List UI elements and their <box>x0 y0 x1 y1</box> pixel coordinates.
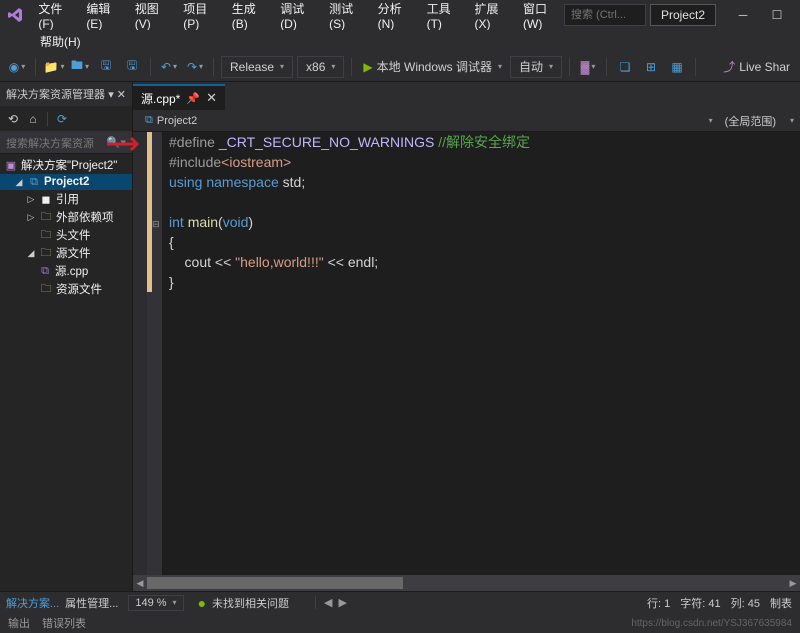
bottom-errors[interactable]: 错误列表 <box>42 615 86 631</box>
tab-bar: 源.cpp* 📌 ✕ <box>133 82 800 110</box>
title-bar: 文件(F) 编辑(E) 视图(V) 项目(P) 生成(B) 调试(D) 测试(S… <box>0 0 800 30</box>
liveshare-button[interactable]: ⤴Live Shar <box>719 56 794 78</box>
se-sync-icon[interactable]: ⟳ <box>53 110 71 128</box>
panel-menu-icon[interactable]: ▾ ✕ <box>108 88 126 101</box>
expand-icon[interactable]: ▷ <box>26 212 36 223</box>
tree-resources[interactable]: 🗀 资源文件 <box>0 280 132 298</box>
menu-help[interactable]: 帮助(H) <box>32 29 89 54</box>
undo-icon[interactable]: ↶▾ <box>158 56 180 78</box>
bottom-output[interactable]: 输出 <box>8 615 30 631</box>
collapse-icon[interactable]: ⊟ <box>152 214 160 234</box>
bc-project[interactable]: ⧉ Project2 <box>139 112 203 129</box>
toolbar: ◉▾ 📁▾ 🖿▾ 🖫 🖫 ↶▾ ↷▾ Release▾ x86▾ ▶本地 Win… <box>0 52 800 82</box>
project-icon: ⧉ <box>145 114 153 127</box>
expand-icon[interactable]: ▷ <box>26 194 36 205</box>
sidebar-tab-solution[interactable]: 解决方案... <box>6 595 59 611</box>
auto-dropdown[interactable]: 自动▾ <box>510 56 562 78</box>
tab-source-cpp[interactable]: 源.cpp* 📌 ✕ <box>133 84 225 110</box>
cpp-file-icon: ⧉ <box>38 264 52 278</box>
status-char: 字符: 41 <box>680 595 720 611</box>
project-name: Project2 <box>650 4 716 26</box>
annotation-arrow-icon <box>105 134 145 154</box>
solution-icon: ▣ <box>4 158 18 172</box>
status-line: 行: 1 <box>647 595 670 611</box>
scroll-thumb[interactable] <box>147 577 403 589</box>
nav-prev-icon[interactable]: ◀ <box>315 596 332 609</box>
save-icon[interactable]: 🖫 <box>95 56 117 78</box>
panel-header: 解决方案资源管理器 ▾ ✕ <box>0 82 132 106</box>
solution-explorer: 解决方案资源管理器 ▾ ✕ ⟲ ⌂ ⟳ 搜索解决方案资源 🔍▾ ▣ 解决方案"P… <box>0 82 133 591</box>
status-col: 列: 45 <box>731 595 760 611</box>
project-icon: ⧉ <box>27 175 41 189</box>
watermark: https://blog.csdn.net/YSJ367635984 <box>631 618 792 629</box>
status-bar: 解决方案... 属性管理... 149 %▾ ● 未找到相关问题 ◀ ▶ 行: … <box>0 591 800 613</box>
sidebar-tab-properties[interactable]: 属性管理... <box>65 595 118 611</box>
tree-source-cpp[interactable]: ⧉ 源.cpp <box>0 262 132 280</box>
panel-title: 解决方案资源管理器 <box>6 86 105 102</box>
code-editor[interactable]: ⊟ #define _CRT_SECURE_NO_WARNINGS //解除安全… <box>133 132 800 575</box>
maximize-icon[interactable]: ☐ <box>760 2 794 28</box>
editor-area: 源.cpp* 📌 ✕ ⧉ Project2 ▾ (全局范围) ▾ ⊟ #defi… <box>133 82 800 591</box>
tb-icon-2[interactable]: ⊞ <box>640 56 662 78</box>
folder-icon: 🗀 <box>39 228 53 242</box>
status-ok-icon: ● <box>198 595 206 611</box>
se-toolbar: ⟲ ⌂ ⟳ <box>0 106 132 132</box>
status-issues: 未找到相关问题 <box>212 595 289 611</box>
status-crlf: 制表 <box>770 595 792 611</box>
redo-icon[interactable]: ↷▾ <box>184 56 206 78</box>
pin-icon[interactable]: 📌 <box>186 92 200 105</box>
folder-icon: 🗀 <box>39 210 53 224</box>
tree-solution[interactable]: ▣ 解决方案"Project2" <box>0 156 132 174</box>
horizontal-scrollbar[interactable]: ◀ ▶ <box>133 575 800 591</box>
new-project-icon[interactable]: 📁▾ <box>43 56 65 78</box>
tree-references[interactable]: ▷ ◼ 引用 <box>0 190 132 208</box>
solution-tree: ▣ 解决方案"Project2" ◢ ⧉ Project2 ▷ ◼ 引用 ▷ 🗀… <box>0 154 132 591</box>
folder-icon: 🗀 <box>39 282 53 296</box>
open-icon[interactable]: 🖿▾ <box>69 56 91 78</box>
nav-back-icon[interactable]: ◉▾ <box>6 56 28 78</box>
tb-icon-3[interactable]: ▦ <box>666 56 688 78</box>
scroll-left-icon[interactable]: ◀ <box>133 578 147 589</box>
tree-external[interactable]: ▷ 🗀 外部依赖项 <box>0 208 132 226</box>
bottom-bar: 输出 错误列表 https://blog.csdn.net/YSJ3676359… <box>0 613 800 633</box>
tree-sources[interactable]: ◢ 🗀 源文件 <box>0 244 132 262</box>
tree-project[interactable]: ◢ ⧉ Project2 <box>0 174 132 190</box>
tree-headers[interactable]: 🗀 头文件 <box>0 226 132 244</box>
zoom-dropdown[interactable]: 149 %▾ <box>128 595 183 611</box>
debugger-button[interactable]: ▶本地 Windows 调试器▾ <box>359 56 506 78</box>
vs-logo-icon <box>6 4 24 26</box>
code-text[interactable]: #define _CRT_SECURE_NO_WARNINGS //解除安全绑定… <box>163 132 800 575</box>
bc-scope[interactable]: (全局范围) <box>719 111 782 131</box>
tb-icon-1[interactable]: ❏ <box>614 56 636 78</box>
se-home-icon[interactable]: ⟲ <box>4 110 22 128</box>
scroll-right-icon[interactable]: ▶ <box>786 578 800 589</box>
config-dropdown[interactable]: Release▾ <box>221 56 293 78</box>
expand-icon[interactable]: ◢ <box>14 177 24 188</box>
save-all-icon[interactable]: 🖫 <box>121 56 143 78</box>
refs-icon: ◼ <box>39 192 53 206</box>
toolbox-icon[interactable]: ▓▾ <box>577 56 599 78</box>
folder-icon: 🗀 <box>39 246 53 260</box>
minimize-icon[interactable]: ─ <box>726 2 760 28</box>
menu-row2: 帮助(H) <box>0 30 800 52</box>
se-house-icon[interactable]: ⌂ <box>24 110 42 128</box>
expand-icon[interactable]: ◢ <box>26 248 36 259</box>
close-icon[interactable]: ✕ <box>206 90 217 106</box>
nav-next-icon[interactable]: ▶ <box>339 596 347 609</box>
search-input[interactable] <box>564 4 646 26</box>
platform-dropdown[interactable]: x86▾ <box>297 56 344 78</box>
breadcrumb: ⧉ Project2 ▾ (全局范围) ▾ <box>133 110 800 132</box>
